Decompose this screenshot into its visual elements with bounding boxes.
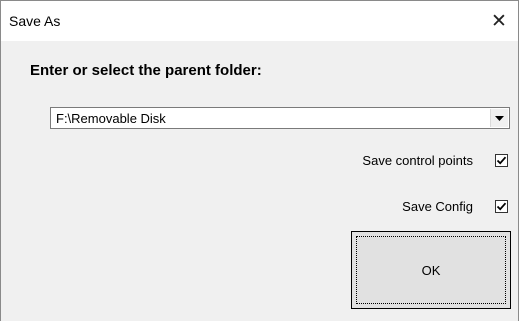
dialog-title: Save As <box>9 13 61 29</box>
chevron-down-icon <box>495 115 504 121</box>
save-control-points-row: Save control points <box>362 151 508 169</box>
parent-folder-value[interactable]: F:\Removable Disk <box>56 111 166 126</box>
ok-button-label: OK <box>421 262 441 278</box>
folder-prompt-label: Enter or select the parent folder: <box>30 62 262 79</box>
checkmark-icon <box>496 156 507 165</box>
close-icon[interactable]: ✕ <box>484 7 514 35</box>
save-config-row: Save Config <box>402 197 508 215</box>
save-control-points-checkbox[interactable] <box>495 153 508 167</box>
save-control-points-label: Save control points <box>362 152 473 168</box>
title-bar: Save As ✕ <box>1 1 518 41</box>
checkmark-icon <box>496 202 507 211</box>
save-config-checkbox[interactable] <box>495 199 508 213</box>
dropdown-arrow-button[interactable] <box>490 109 508 127</box>
save-config-label: Save Config <box>402 198 473 214</box>
save-as-dialog: Save As ✕ Enter or select the parent fol… <box>0 0 519 321</box>
ok-button[interactable]: OK <box>351 231 511 309</box>
parent-folder-combobox[interactable]: F:\Removable Disk <box>50 107 510 129</box>
